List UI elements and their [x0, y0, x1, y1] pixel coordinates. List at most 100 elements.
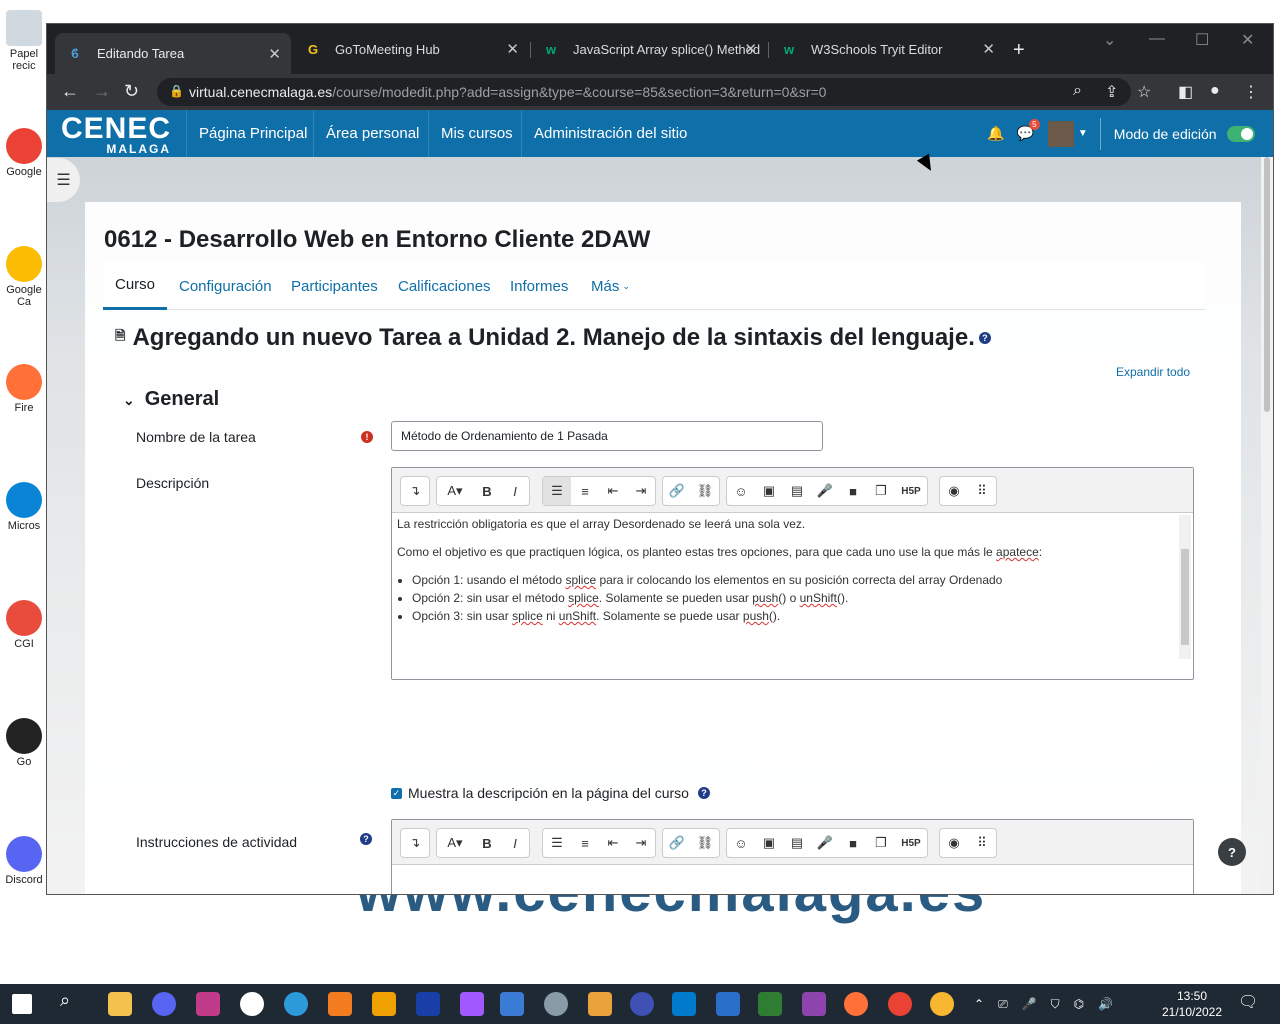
h5p-icon[interactable]: H5P: [895, 829, 927, 857]
unlink-icon[interactable]: ⛓: [691, 477, 719, 505]
github-icon[interactable]: [240, 992, 264, 1016]
manage-files-icon[interactable]: ❐: [867, 829, 895, 857]
numbered-list-icon[interactable]: ≡: [571, 829, 599, 857]
outdent-icon[interactable]: ⇤: [599, 477, 627, 505]
indent-icon[interactable]: ⇥: [627, 829, 655, 857]
instructions-content[interactable]: [392, 865, 1193, 894]
nav-area-personal[interactable]: Área personal: [313, 110, 431, 157]
desktop-icon-go[interactable]: Go: [2, 718, 46, 768]
wifi-icon[interactable]: ⌬: [1074, 997, 1084, 1011]
app-icon[interactable]: [284, 992, 308, 1016]
forward-icon[interactable]: →: [93, 81, 111, 102]
volume-icon[interactable]: 🔊: [1098, 997, 1113, 1011]
avatar[interactable]: [1047, 120, 1074, 147]
nav-pagina-principal[interactable]: Página Principal: [186, 110, 319, 157]
app-icon[interactable]: [716, 992, 740, 1016]
manage-files-icon[interactable]: ❐: [867, 477, 895, 505]
editor-scrollbar[interactable]: [1179, 515, 1191, 659]
app-icon[interactable]: [500, 992, 524, 1016]
italic-icon[interactable]: I: [501, 829, 529, 857]
app-icon[interactable]: [196, 992, 220, 1016]
clock[interactable]: 13:50 21/10/2022: [1160, 988, 1224, 1020]
url-input[interactable]: 🔒 virtual.cenecmalaga.es/course/modedit.…: [157, 78, 1131, 106]
search-icon[interactable]: ⌕: [60, 990, 84, 1014]
windows-start-icon[interactable]: [12, 994, 32, 1014]
expand-all-link[interactable]: Expandir todo: [1116, 365, 1190, 379]
tab-calificaciones[interactable]: Calificaciones: [398, 262, 491, 310]
collapse-icon[interactable]: ↴: [401, 477, 429, 505]
profile-icon[interactable]: ●: [1210, 82, 1220, 100]
notifications-icon[interactable]: 🗨: [1238, 992, 1262, 1016]
vscode-icon[interactable]: [672, 992, 696, 1016]
tab-participantes[interactable]: Participantes: [291, 262, 378, 310]
chrome-icon[interactable]: [888, 992, 912, 1016]
messages-icon[interactable]: 💬 5: [1016, 119, 1040, 142]
bold-icon[interactable]: B: [473, 829, 501, 857]
desktop-icon-recycle-bin[interactable]: Papel recic: [2, 10, 46, 72]
app-icon[interactable]: [416, 992, 440, 1016]
bullet-list-icon[interactable]: ☰: [543, 829, 571, 857]
accessibility-icon[interactable]: ◉: [940, 829, 968, 857]
emoji-icon[interactable]: ☺: [727, 477, 755, 505]
bullet-list-icon[interactable]: ☰: [543, 477, 571, 505]
help-icon[interactable]: ?: [360, 833, 372, 845]
tab-mas[interactable]: Más ⌄: [591, 262, 630, 310]
app-icon[interactable]: [930, 992, 954, 1016]
help-icon[interactable]: ?: [978, 332, 991, 344]
font-icon[interactable]: A▾: [437, 477, 473, 505]
course-index-button[interactable]: ☰: [47, 158, 80, 202]
task-name-input[interactable]: Método de Ordenamiento de 1 Pasada: [391, 421, 823, 451]
security-icon[interactable]: ⛉: [1051, 997, 1060, 1012]
description-editor[interactable]: ↴ A▾ B I ☰ ≡ ⇤ ⇥ 🔗 ⛓ ☺ ▣ ▤ 🎤 ■ ❐ H5P ◉ ⠿ La restricci…: [391, 467, 1194, 680]
instructions-editor[interactable]: ↴ A▾ B I ☰ ≡ ⇤ ⇥ 🔗 ⛓ ☺ ▣ ▤ 🎤 ■ ❐ H5P ◉ ⠿: [391, 819, 1194, 894]
bell-icon[interactable]: 🔔: [987, 125, 1004, 142]
maximize-icon[interactable]: ☐: [1195, 30, 1209, 50]
accessibility-icon[interactable]: ◉: [940, 477, 968, 505]
microphone-icon[interactable]: 🎤: [1022, 997, 1037, 1011]
help-icon[interactable]: ?: [697, 787, 710, 799]
chevron-down-icon[interactable]: ▼: [1078, 128, 1088, 139]
link-icon[interactable]: 🔗: [663, 477, 691, 505]
menu-icon[interactable]: ⋮: [1243, 82, 1259, 102]
desktop-icon-edge[interactable]: Micros: [2, 482, 46, 532]
app-icon[interactable]: [372, 992, 396, 1016]
chevron-up-icon[interactable]: ⌃: [974, 997, 984, 1011]
tab-curso[interactable]: Curso: [103, 262, 168, 310]
numbered-list-icon[interactable]: ≡: [571, 477, 599, 505]
section-general[interactable]: ⌄ General: [123, 388, 219, 411]
tab-configuracion[interactable]: Configuración: [179, 262, 272, 310]
nav-administracion[interactable]: Administración del sitio: [521, 110, 699, 157]
link-icon[interactable]: 🔗: [663, 829, 691, 857]
network-icon[interactable]: ⎚: [998, 997, 1008, 1012]
outdent-icon[interactable]: ⇤: [599, 829, 627, 857]
app-icon[interactable]: [588, 992, 612, 1016]
italic-icon[interactable]: I: [501, 477, 529, 505]
back-icon[interactable]: ←: [61, 81, 79, 102]
media-file-icon[interactable]: ▤: [783, 477, 811, 505]
scrollbar-thumb[interactable]: [1264, 157, 1270, 412]
image-icon[interactable]: ▣: [755, 829, 783, 857]
more-icon[interactable]: ⠿: [968, 477, 996, 505]
firefox-icon[interactable]: [844, 992, 868, 1016]
figma-icon[interactable]: [460, 992, 484, 1016]
page-scrollbar[interactable]: [1261, 157, 1273, 894]
record-audio-icon[interactable]: 🎤: [811, 477, 839, 505]
tab-search-icon[interactable]: ⌄: [1103, 30, 1116, 50]
indent-icon[interactable]: ⇥: [627, 477, 655, 505]
tab-editando-tarea[interactable]: ϐ Editando Tarea ✕: [55, 33, 291, 74]
close-window-icon[interactable]: ✕: [1241, 30, 1254, 50]
minimize-icon[interactable]: —: [1149, 30, 1165, 48]
tab-gotomeeting[interactable]: G GoToMeeting Hub ✕: [293, 33, 529, 65]
show-description-checkbox[interactable]: ✓: [391, 787, 402, 799]
tab-js-splice[interactable]: w JavaScript Array splice() Method ✕: [531, 33, 767, 65]
share-icon[interactable]: ⇪: [1105, 82, 1118, 102]
zoom-icon[interactable]: ⌕: [1073, 82, 1082, 100]
visual-studio-icon[interactable]: [802, 992, 826, 1016]
xampp-icon[interactable]: [328, 992, 352, 1016]
desktop-icon-google-calendar[interactable]: Google Ca: [2, 246, 46, 308]
tab-informes[interactable]: Informes: [510, 262, 568, 310]
app-icon[interactable]: [544, 992, 568, 1016]
desktop-icon-firefox[interactable]: Fire: [2, 364, 46, 414]
close-icon[interactable]: ✕: [982, 40, 995, 58]
editor-scrollbar-thumb[interactable]: [1181, 549, 1189, 645]
